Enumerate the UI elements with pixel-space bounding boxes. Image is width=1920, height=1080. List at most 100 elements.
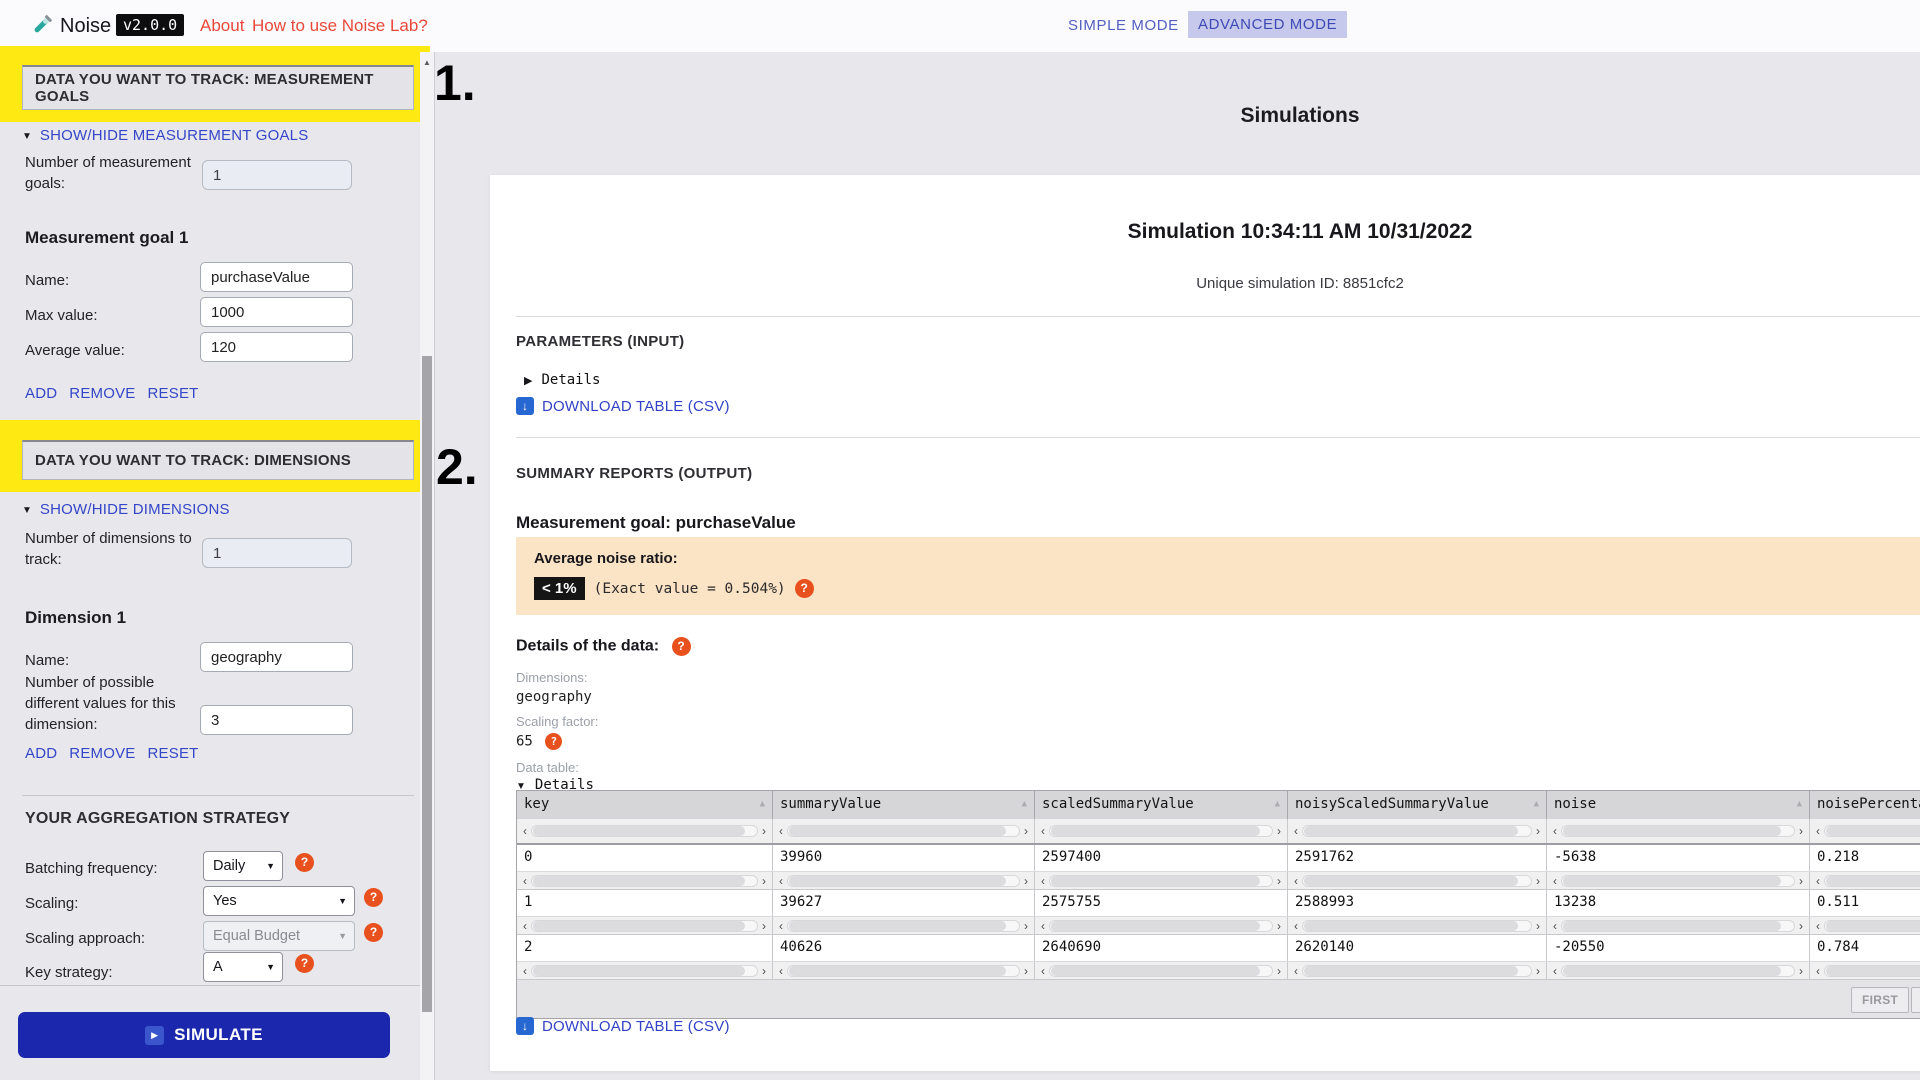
row-scrollbar	[517, 872, 1920, 890]
download-icon	[516, 1017, 534, 1035]
cell: -5638	[1547, 845, 1810, 871]
scaling-approach-help-icon[interactable]: ?	[364, 923, 383, 942]
measurement-goal-1-heading: Measurement goal 1	[25, 228, 189, 247]
download-csv-link-2[interactable]: DOWNLOAD TABLE (CSV)	[516, 1017, 730, 1035]
column-header-noise[interactable]: noise	[1547, 791, 1810, 819]
cell-scrollbar[interactable]	[1547, 917, 1810, 934]
test-tube-icon	[34, 15, 52, 33]
show-hide-measurement-goals-toggle[interactable]: SHOW/HIDE MEASUREMENT GOALS	[22, 126, 308, 144]
batching-frequency-select[interactable]: Daily	[203, 851, 283, 881]
cell-scrollbar[interactable]	[773, 872, 1035, 889]
how-to-use-link[interactable]: How to use Noise Lab?	[252, 16, 428, 36]
table-row-0: 0 39960 2597400 2591762 -5638 0.218	[517, 845, 1920, 872]
pager-first-button[interactable]: FIRST	[1851, 987, 1910, 1013]
cell-scrollbar[interactable]	[1810, 917, 1920, 934]
reset-dimension-button[interactable]: RESET	[148, 745, 199, 762]
triangle-down-icon	[22, 126, 32, 144]
cell-scrollbar[interactable]	[517, 872, 773, 889]
cell-scrollbar[interactable]	[773, 962, 1035, 979]
parameters-details-toggle[interactable]: Details	[524, 371, 600, 389]
cell-scrollbar[interactable]	[1288, 962, 1547, 979]
cell-scrollbar[interactable]	[773, 917, 1035, 934]
measurement-goal-heading: Measurement goal: purchaseValue	[516, 513, 796, 532]
average-noise-ratio-box: Average noise ratio: < 1% (Exact value =…	[516, 537, 1920, 615]
cell: 0	[517, 845, 773, 871]
batching-frequency-label: Batching frequency:	[25, 860, 158, 877]
column-header-key[interactable]: key	[517, 791, 773, 819]
row-scrollbar	[517, 962, 1920, 980]
details-of-data-help-icon[interactable]: ?	[671, 637, 691, 656]
cell-scrollbar[interactable]	[1810, 872, 1920, 889]
scaling-help-icon[interactable]: ?	[364, 888, 383, 907]
goal-name-input[interactable]	[200, 262, 353, 292]
scrollbar-up-arrow-icon[interactable]: ▲	[421, 58, 433, 67]
cell-scrollbar[interactable]	[1288, 872, 1547, 889]
cell-scrollbar[interactable]	[517, 917, 773, 934]
download-csv-link-1[interactable]: DOWNLOAD TABLE (CSV)	[516, 397, 730, 415]
cell-scrollbar[interactable]	[517, 819, 773, 843]
cell-scrollbar[interactable]	[1547, 962, 1810, 979]
cell-scrollbar[interactable]	[517, 962, 773, 979]
add-goal-button[interactable]: ADD	[25, 385, 57, 402]
cell: 2588993	[1288, 890, 1547, 916]
cell: 2640690	[1035, 935, 1288, 961]
dimension-name-input[interactable]	[200, 642, 353, 672]
scaling-select[interactable]: Yes (Recommended)	[203, 886, 355, 937]
batching-help-icon[interactable]: ?	[295, 853, 314, 872]
cell-scrollbar[interactable]	[1035, 917, 1288, 934]
reset-goal-button[interactable]: RESET	[148, 385, 199, 402]
cell-scrollbar[interactable]	[1035, 819, 1288, 843]
key-strategy-select[interactable]: A	[203, 952, 283, 982]
cell-scrollbar[interactable]	[773, 819, 1035, 843]
show-hide-dimensions-toggle[interactable]: SHOW/HIDE DIMENSIONS	[22, 500, 230, 518]
scaling-factor-help-icon[interactable]: ?	[545, 733, 563, 750]
column-header-summaryValue[interactable]: summaryValue	[773, 791, 1035, 819]
cell-scrollbar[interactable]	[1288, 917, 1547, 934]
about-link[interactable]: About	[200, 16, 244, 36]
cell: 13238	[1547, 890, 1810, 916]
dimensions-count-label: Number of dimensions to track:	[25, 530, 192, 568]
toggle-label: SHOW/HIDE DIMENSIONS	[39, 500, 230, 518]
cell-scrollbar[interactable]	[1288, 819, 1547, 843]
simple-mode-button[interactable]: SIMPLE MODE	[1068, 17, 1179, 34]
goal-avg-input[interactable]	[200, 332, 353, 362]
dimension-values-input[interactable]	[200, 705, 353, 735]
details-label: Details	[541, 372, 601, 388]
simulate-label: SIMULATE	[174, 1025, 263, 1044]
simulate-button[interactable]: SIMULATE	[18, 1012, 390, 1058]
measurement-goals-count-label: Number of measurement goals:	[25, 154, 191, 192]
scaling-factor-label: Scaling factor:	[516, 714, 599, 729]
cell: -20550	[1547, 935, 1810, 961]
cell-scrollbar[interactable]	[1810, 819, 1920, 843]
sidebar-scrollbar-thumb[interactable]	[422, 356, 432, 1012]
goal-max-input[interactable]	[200, 297, 353, 327]
key-strategy-help-icon[interactable]: ?	[295, 954, 314, 973]
cell-scrollbar[interactable]	[1035, 962, 1288, 979]
dimension-values-label: Number of possible different values for …	[25, 674, 176, 733]
cell: 39960	[773, 845, 1035, 871]
advanced-mode-button[interactable]: ADVANCED MODE	[1188, 11, 1348, 38]
scaling-approach-select: Equal Budget Split	[203, 921, 355, 972]
dimensions-label: Dimensions:	[516, 670, 588, 685]
pager-prev-button[interactable]: PREV	[1911, 987, 1920, 1013]
cell: 2	[517, 935, 773, 961]
scaling-factor-number: 65	[516, 733, 533, 750]
noise-ratio-help-icon[interactable]: ?	[794, 579, 814, 598]
column-header-noisePercentage[interactable]: noisePercentage	[1810, 791, 1920, 819]
goal-avg-label: Average value:	[25, 342, 125, 359]
noise-ratio-badge: < 1%	[534, 577, 585, 600]
cell-scrollbar[interactable]	[1547, 872, 1810, 889]
cell: 0.218	[1810, 845, 1920, 871]
column-header-scaledSummaryValue[interactable]: scaledSummaryValue	[1035, 791, 1288, 819]
cell-scrollbar[interactable]	[1547, 819, 1810, 843]
remove-dimension-button[interactable]: REMOVE	[69, 745, 135, 762]
add-dimension-button[interactable]: ADD	[25, 745, 57, 762]
remove-goal-button[interactable]: REMOVE	[69, 385, 135, 402]
cell-scrollbar[interactable]	[1810, 962, 1920, 979]
column-header-noisyScaledSummaryValue[interactable]: noisyScaledSummaryValue	[1288, 791, 1547, 819]
details-of-data-label: Details of the data:	[516, 637, 660, 655]
download-label: DOWNLOAD TABLE (CSV)	[542, 1017, 730, 1035]
cell-scrollbar[interactable]	[1035, 872, 1288, 889]
cell: 40626	[773, 935, 1035, 961]
goal-name-label: Name:	[25, 272, 70, 289]
